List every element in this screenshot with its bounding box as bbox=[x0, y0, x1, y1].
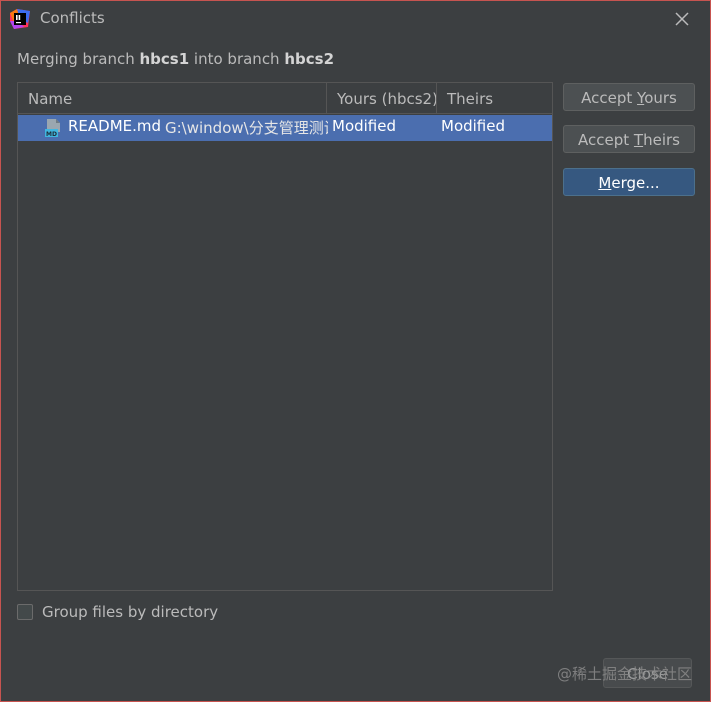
dialog-title: Conflicts bbox=[40, 9, 105, 27]
merge-description: Merging branch hbcs1 into branch hbcs2 bbox=[17, 50, 334, 68]
column-divider[interactable] bbox=[326, 83, 327, 113]
accept-theirs-mnemonic: T bbox=[633, 131, 644, 149]
file-name: README.md bbox=[68, 117, 162, 135]
file-path: G:\window\分支管理测试 bbox=[165, 119, 328, 137]
theirs-status: Modified bbox=[441, 117, 506, 135]
column-header-theirs[interactable]: Theirs (hbcs1) bbox=[447, 83, 552, 140]
merge-button[interactable]: Merge... bbox=[563, 168, 695, 196]
accept-yours-button[interactable]: Accept Yours bbox=[563, 83, 695, 111]
accept-theirs-label: Accept bbox=[578, 131, 634, 149]
column-header-yours[interactable]: Yours (hbcs2) bbox=[337, 83, 438, 113]
column-divider[interactable] bbox=[436, 83, 437, 113]
merge-mnemonic: M bbox=[598, 174, 612, 192]
table-header: Name Yours (hbcs2) Theirs (hbcs1) bbox=[18, 83, 552, 140]
accept-yours-label-rest: ours bbox=[644, 89, 677, 107]
table-row[interactable]: MD README.md G:\window\分支管理测试 Modified M… bbox=[18, 115, 552, 141]
conflicts-table: Name Yours (hbcs2) Theirs (hbcs1) MD REA… bbox=[17, 82, 553, 591]
column-header-name[interactable]: Name bbox=[28, 83, 72, 113]
merge-description-prefix: Merging branch bbox=[17, 50, 140, 68]
title-bar: Conflicts bbox=[1, 1, 711, 37]
accept-theirs-label-rest: heirs bbox=[643, 131, 680, 149]
dialog-window: Conflicts Merging branch hbcs1 into bran… bbox=[0, 0, 711, 702]
group-by-directory-label[interactable]: Group files by directory bbox=[42, 603, 218, 621]
group-by-directory-checkbox[interactable] bbox=[17, 604, 33, 620]
svg-text:MD: MD bbox=[46, 131, 57, 137]
close-icon[interactable] bbox=[673, 10, 691, 28]
intellij-idea-icon bbox=[10, 9, 30, 29]
watermark: @稀土掘金技术社区 bbox=[557, 665, 693, 683]
yours-status: Modified bbox=[332, 117, 397, 135]
target-branch: hbcs2 bbox=[284, 50, 335, 68]
merge-label-rest: erge... bbox=[611, 174, 660, 192]
source-branch: hbcs1 bbox=[139, 50, 190, 68]
accept-theirs-button[interactable]: Accept Theirs bbox=[563, 125, 695, 153]
accept-yours-label: Accept bbox=[581, 89, 638, 107]
markdown-file-icon: MD bbox=[45, 119, 60, 137]
merge-description-middle: into branch bbox=[189, 50, 285, 68]
